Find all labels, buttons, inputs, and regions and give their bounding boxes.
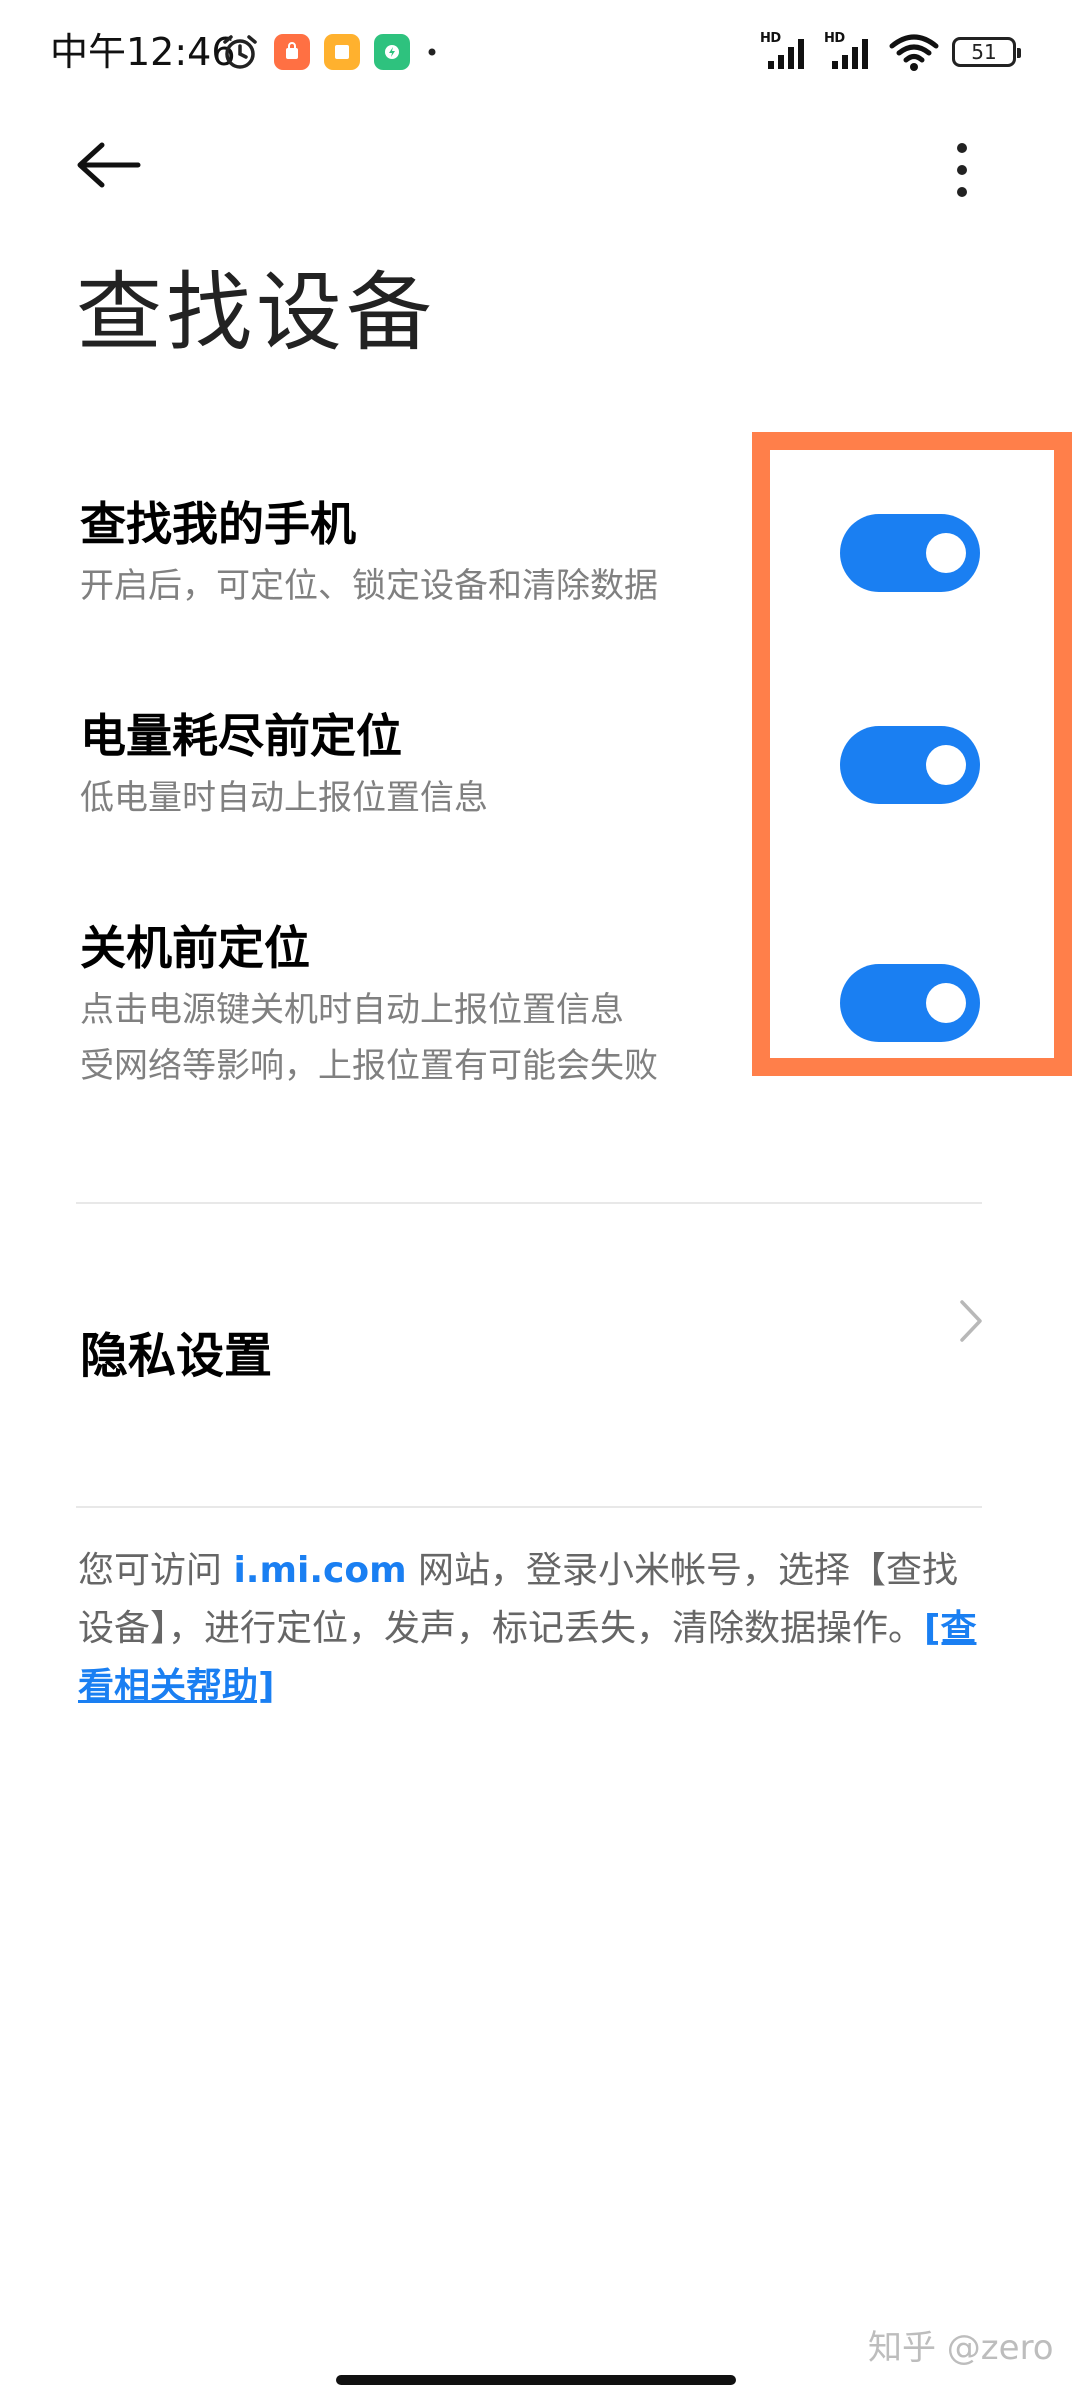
divider	[76, 1506, 982, 1508]
status-right-icons: HD HD 51	[760, 31, 1021, 72]
battery-icon: 51	[952, 37, 1021, 67]
site-link[interactable]: i.mi.com	[233, 1550, 406, 1591]
setting-shutdown-desc-1: 点击电源键关机时自动上报位置信息	[80, 990, 624, 1030]
home-indicator[interactable]	[336, 2375, 736, 2385]
more-options-icon[interactable]	[950, 140, 974, 200]
setting-low-battery-title: 电量耗尽前定位	[80, 709, 402, 763]
footer-info: 您可访问 i.mi.com 网站，登录小米帐号，选择【查找设备】，进行定位，发声…	[78, 1542, 988, 1716]
app-store-icon	[274, 34, 310, 70]
hd-signal-icon-2: HD	[824, 31, 876, 71]
setting-low-battery-desc: 低电量时自动上报位置信息	[80, 778, 488, 818]
dot-icon	[428, 48, 436, 56]
wifi-icon	[889, 34, 939, 71]
alarm-icon	[223, 35, 257, 69]
setting-find-phone-title: 查找我的手机	[80, 497, 356, 551]
setting-shutdown-title: 关机前定位	[80, 921, 310, 975]
battery-level: 51	[971, 40, 997, 64]
security-icon	[374, 34, 410, 70]
footer-prefix: 您可访问	[78, 1550, 234, 1591]
hd-signal-icon: HD	[760, 31, 812, 71]
gallery-icon	[324, 34, 360, 70]
setting-shutdown-desc-2: 受网络等影响，上报位置有可能会失败	[80, 1046, 658, 1086]
back-arrow-icon[interactable]	[74, 140, 144, 190]
divider	[76, 1202, 982, 1204]
setting-find-phone-desc: 开启后，可定位、锁定设备和清除数据	[80, 566, 658, 606]
status-icons	[220, 32, 440, 72]
page-title: 查找设备	[76, 263, 436, 363]
chevron-right-icon[interactable]	[958, 1298, 984, 1344]
privacy-settings-label[interactable]: 隐私设置	[80, 1326, 272, 1386]
status-time: 中午12:46	[50, 30, 236, 74]
watermark: 知乎 @zero	[868, 2328, 1054, 2368]
highlight-annotation-box	[752, 432, 1072, 1076]
